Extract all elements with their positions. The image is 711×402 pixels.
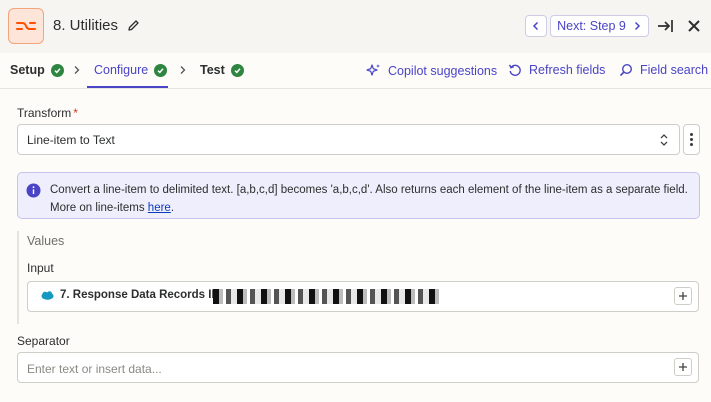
line-items-help-link[interactable]: here [148, 202, 171, 214]
close-icon [688, 20, 700, 32]
tab-configure-label: Configure [94, 63, 149, 77]
copilot-suggestions-button[interactable]: Copilot suggestions [366, 63, 497, 78]
insert-data-button[interactable] [674, 287, 692, 305]
values-group-bar [17, 231, 19, 324]
plus-icon [679, 292, 687, 300]
chevron-right-icon [180, 66, 186, 74]
refresh-fields-label: Refresh fields [529, 63, 606, 77]
check-circle-icon [230, 63, 244, 77]
info-banner: Convert a line-item to delimited text. [… [17, 172, 700, 219]
info-suffix: . [170, 202, 175, 214]
step-title-text: 8. Utilities [53, 17, 119, 34]
kebab-dot [690, 138, 693, 141]
tab-test[interactable]: Test [200, 63, 244, 77]
separator-label: Separator [17, 334, 70, 348]
chevron-left-icon [532, 21, 539, 31]
transform-label: Transform * [17, 106, 78, 120]
chevron-right-icon [634, 21, 640, 31]
salesforce-icon [41, 290, 54, 300]
plus-icon [679, 363, 687, 371]
separator-input[interactable] [27, 360, 647, 377]
redacted-value [213, 289, 439, 304]
tab-test-label: Test [200, 63, 225, 77]
previous-step-button[interactable] [525, 15, 547, 37]
mapped-field-pill[interactable]: 7. Response Data Records ID: [41, 289, 224, 301]
transform-select[interactable]: Line-item to Text [17, 124, 680, 155]
field-search-label: Field search [640, 63, 709, 77]
close-button[interactable] [686, 18, 702, 34]
sparkle-icon [366, 64, 380, 76]
more-options-button[interactable] [683, 124, 700, 155]
step-title[interactable]: 8. Utilities [53, 17, 140, 34]
check-circle-icon [154, 63, 168, 77]
insert-data-button[interactable] [674, 358, 692, 376]
tab-setup-label: Setup [10, 63, 45, 77]
collapse-panel-button[interactable] [656, 17, 674, 35]
tab-setup[interactable]: Setup [10, 63, 64, 77]
step-header: 8. Utilities Next: Step 9 [0, 0, 711, 53]
check-circle-icon [50, 63, 64, 77]
arrow-to-right-icon [658, 20, 673, 32]
input-label: Input [27, 261, 54, 275]
utilities-app-icon [8, 8, 44, 44]
search-icon [619, 63, 633, 77]
separator-field[interactable] [17, 352, 699, 383]
transform-select-value: Line-item to Text [27, 133, 115, 147]
values-title: Values [27, 234, 65, 248]
refresh-icon [508, 64, 521, 76]
pencil-icon[interactable] [127, 19, 140, 32]
refresh-fields-button[interactable]: Refresh fields [508, 63, 605, 77]
next-step-button[interactable]: Next: Step 9 [550, 15, 649, 37]
next-step-label: Next: Step 9 [557, 19, 626, 33]
kebab-dot [690, 133, 693, 136]
info-icon [26, 183, 41, 198]
info-text: Convert a line-item to delimited text. [… [50, 184, 688, 214]
chevron-up-down-icon [660, 134, 668, 146]
active-tab-indicator [87, 86, 168, 88]
kebab-dot [690, 143, 693, 146]
field-search-button[interactable]: Field search [619, 63, 708, 77]
copilot-suggestions-label: Copilot suggestions [388, 63, 498, 78]
mapped-field-label: 7. Response Data Records ID: [60, 289, 224, 301]
chevron-right-icon [74, 66, 80, 74]
required-marker: * [73, 106, 78, 120]
step-tabs: Setup Configure Test Copilot suggestions… [0, 53, 711, 89]
transform-label-text: Transform [17, 106, 72, 120]
input-field[interactable]: 7. Response Data Records ID: [27, 281, 699, 312]
tab-configure[interactable]: Configure [94, 63, 168, 77]
